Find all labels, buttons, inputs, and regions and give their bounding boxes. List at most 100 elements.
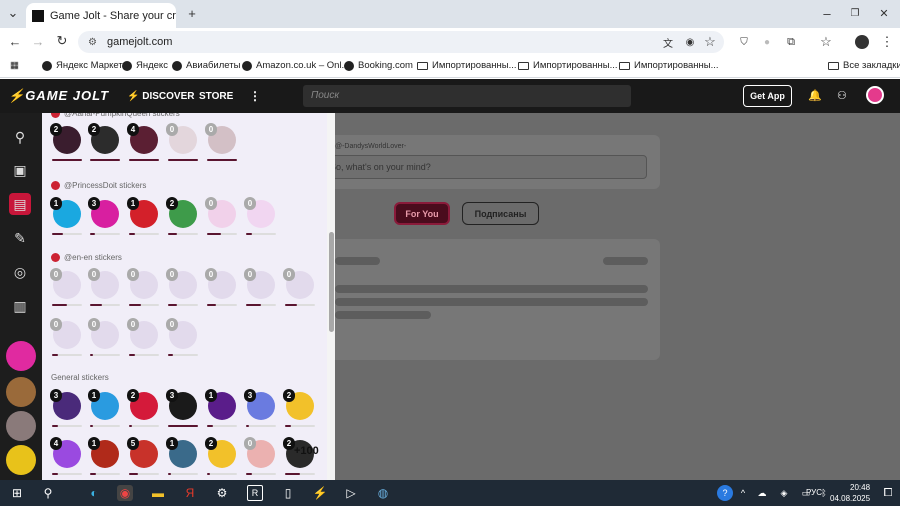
sticker[interactable]: 2 (88, 123, 120, 161)
sticker[interactable]: 1 (50, 197, 82, 235)
all-bookmarks[interactable]: Все закладки (828, 60, 900, 71)
extension-icon[interactable]: ● (760, 35, 774, 49)
backpack-icon[interactable]: ▤ (9, 193, 31, 215)
bookmark-amazon[interactable]: Amazon.co.uk – Onl... (242, 60, 349, 71)
bookmark-yandex-market[interactable]: Яндекс Маркет (42, 60, 123, 71)
sticker[interactable]: 0 (166, 123, 198, 161)
more-menu-icon[interactable]: ⋮ (249, 89, 261, 103)
sticker[interactable]: 0 (50, 318, 82, 356)
quests-icon[interactable]: ✎ (9, 227, 31, 249)
language-indicator[interactable]: РУС (806, 488, 822, 497)
roblox-icon[interactable]: R (247, 485, 263, 501)
system-clock[interactable]: 20:48 04.08.2025 (830, 482, 870, 504)
profile-avatar[interactable] (855, 35, 869, 49)
sticker[interactable]: 0 (88, 318, 120, 356)
restore-icon[interactable]: ❐ (848, 6, 862, 20)
notifications-tray-icon[interactable]: ⧠ (880, 485, 896, 501)
tab-search-icon[interactable]: ⌄ (6, 5, 20, 20)
minimize-icon[interactable]: – (820, 6, 834, 21)
community-avatar-2[interactable] (6, 377, 36, 407)
sticker[interactable]: 3 (50, 389, 82, 427)
community-avatar-4[interactable] (6, 445, 36, 475)
get-app-button[interactable]: Get App (743, 85, 792, 107)
eye-off-icon[interactable]: ◉ (683, 35, 697, 49)
sticker[interactable]: 1 (166, 437, 198, 475)
friends-icon[interactable]: ⚇ (837, 89, 847, 102)
gamejolt-logo[interactable]: ⚡GAME JOLT (8, 88, 109, 104)
edge-icon[interactable]: ◐ (86, 485, 102, 501)
composer-input[interactable]: So, what's on your mind? (325, 155, 647, 179)
bookmarks-star-icon[interactable]: ☆ (819, 34, 833, 49)
bookmark-folder-1[interactable]: Импортированны... (417, 60, 517, 71)
sticker[interactable]: 2 (50, 123, 82, 161)
reload-icon[interactable]: ↻ (55, 33, 69, 48)
sticker[interactable]: 4 (127, 123, 159, 161)
cloud-icon[interactable]: ☁ (754, 485, 770, 501)
tray-chevron-up-icon[interactable]: ^ (735, 485, 751, 501)
settings-gear-icon[interactable]: ⚙ (214, 485, 230, 501)
sticker[interactable]: 0 (127, 318, 159, 356)
chat-icon[interactable]: ◎ (9, 261, 31, 283)
sticker[interactable]: 3 (166, 389, 198, 427)
sticker[interactable]: 0 (166, 318, 198, 356)
site-settings-icon[interactable]: ⚙ (88, 37, 97, 48)
menu-dots-icon[interactable]: ⋮ (880, 34, 894, 49)
sticker[interactable]: 1 (205, 389, 237, 427)
sticker[interactable]: 2 (283, 389, 315, 427)
sticker[interactable]: 0 (88, 268, 120, 306)
taskbar-search-icon[interactable]: ⚲ (40, 485, 56, 501)
search-input[interactable]: Поиск (303, 85, 631, 107)
sticker[interactable]: 1 (88, 437, 120, 475)
help-icon[interactable]: ? (717, 485, 733, 501)
shield-extension-icon[interactable]: ⛉ (737, 35, 751, 49)
windows-start-icon[interactable]: ⊞ (9, 485, 25, 501)
sticker[interactable]: 0 (244, 437, 276, 475)
sticker[interactable]: 0 (166, 268, 198, 306)
sticker[interactable]: 0 (205, 197, 237, 235)
bookmark-booking[interactable]: Booking.com (344, 60, 413, 71)
new-tab-icon[interactable]: + (185, 6, 199, 21)
sticker[interactable]: 0 (50, 268, 82, 306)
sticker[interactable]: 5 (127, 437, 159, 475)
tab-following[interactable]: Подписаны (462, 202, 539, 225)
nav-store[interactable]: STORE (199, 91, 233, 102)
window-close-icon[interactable]: ✕ (877, 6, 891, 20)
translate-icon[interactable]: 文 (661, 35, 675, 50)
sticker[interactable]: 2 (127, 389, 159, 427)
bookmark-folder-2[interactable]: Импортированны... (518, 60, 618, 71)
media-player-icon[interactable]: ▷ (343, 485, 359, 501)
file-explorer-icon[interactable]: ▬ (150, 485, 166, 501)
puzzle-extensions-icon[interactable]: ⧉ (784, 35, 798, 49)
sticker[interactable]: 0 (205, 268, 237, 306)
bookmark-aviabilety[interactable]: Авиабилеты (172, 60, 240, 71)
back-icon[interactable]: ← (8, 34, 22, 49)
sticker[interactable]: 2 (166, 197, 198, 235)
sticker[interactable]: 0 (244, 268, 276, 306)
library-icon[interactable]: ▥ (9, 295, 31, 317)
chrome-icon[interactable]: ◉ (117, 485, 133, 501)
browser-tab[interactable]: Game Jolt - Share your creations ✕ (26, 3, 176, 28)
bookmark-yandex[interactable]: Яндекс (122, 60, 168, 71)
community-avatar-1[interactable] (6, 341, 36, 371)
sticker[interactable]: 1 (88, 389, 120, 427)
bookmark-star-icon[interactable]: ☆ (703, 34, 717, 49)
user-avatar[interactable] (866, 86, 884, 104)
scrollbar-thumb[interactable] (329, 232, 334, 332)
address-bar[interactable]: ⚙ gamejolt.com (78, 31, 724, 53)
bluetooth-tray-icon[interactable]: ◈ (776, 485, 792, 501)
document-icon[interactable]: ▯ (280, 485, 296, 501)
sticker[interactable]: 0 (205, 123, 237, 161)
notifications-bell-icon[interactable]: 🔔 (808, 89, 822, 102)
sticker[interactable]: 4 (50, 437, 82, 475)
community-avatar-3[interactable] (6, 411, 36, 441)
apps-grid-icon[interactable]: ▦ (10, 60, 19, 71)
nav-discover[interactable]: ⚡ DISCOVER (127, 91, 194, 102)
forward-icon[interactable]: → (31, 34, 45, 49)
sticker[interactable]: 2 (205, 437, 237, 475)
sticker[interactable]: 0 (244, 197, 276, 235)
gamejolt-app-icon[interactable]: ⚡ (312, 485, 328, 501)
sticker[interactable]: 3 (88, 197, 120, 235)
tab-for-you[interactable]: For You (394, 202, 450, 225)
steam-icon[interactable]: ◍ (375, 485, 391, 501)
activity-icon[interactable]: ⚲ (9, 126, 31, 148)
